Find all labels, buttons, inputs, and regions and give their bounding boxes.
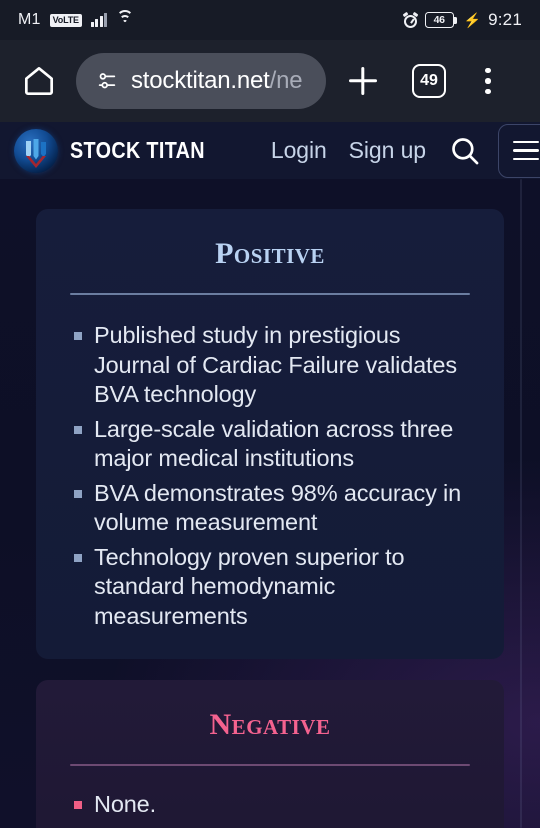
negative-divider bbox=[70, 764, 470, 766]
web-page: STOCK TITAN Login Sign up Positive Publi… bbox=[0, 122, 540, 828]
tune-icon bbox=[96, 70, 118, 92]
signup-link[interactable]: Sign up bbox=[349, 137, 426, 164]
charging-bolt-icon: ⚡ bbox=[463, 12, 482, 28]
signal-bars-icon bbox=[90, 13, 108, 27]
browser-toolbar: stocktitan.net/ne 49 bbox=[0, 40, 540, 122]
volte-badge: VoLTE bbox=[49, 13, 82, 27]
list-item: None. bbox=[74, 790, 478, 820]
negative-card: Negative None. bbox=[36, 680, 504, 828]
positive-bullet-list: Published study in prestigious Journal o… bbox=[36, 321, 504, 631]
home-icon[interactable] bbox=[20, 62, 58, 100]
url-path: /ne bbox=[269, 67, 303, 94]
negative-card-title: Negative bbox=[209, 708, 331, 741]
url-host: stocktitan.net bbox=[131, 67, 270, 94]
negative-bullet-list: None. bbox=[36, 790, 504, 820]
wifi-icon bbox=[116, 10, 134, 27]
tab-counter-button[interactable]: 49 bbox=[412, 64, 446, 98]
stock-titan-logo-icon[interactable] bbox=[14, 128, 58, 173]
positive-card: Positive Published study in prestigious … bbox=[36, 209, 504, 659]
login-link[interactable]: Login bbox=[271, 137, 327, 164]
page-content: Positive Published study in prestigious … bbox=[0, 179, 540, 828]
status-bar-left: M1 VoLTE bbox=[18, 10, 134, 29]
status-bar-right: 46 ⚡ 9:21 bbox=[402, 10, 522, 30]
battery-indicator: 46 bbox=[424, 12, 457, 28]
list-item: Large-scale validation across three majo… bbox=[74, 415, 478, 474]
carrier-label: M1 bbox=[18, 11, 41, 28]
kebab-menu-icon[interactable] bbox=[472, 61, 504, 101]
status-bar: M1 VoLTE 46 ⚡ 9:21 bbox=[0, 0, 540, 40]
hamburger-menu-icon[interactable] bbox=[497, 123, 540, 178]
alarm-clock-icon bbox=[402, 11, 419, 28]
positive-divider bbox=[70, 293, 470, 295]
page-scrollbar[interactable] bbox=[520, 179, 522, 828]
brand-wordmark[interactable]: STOCK TITAN bbox=[70, 137, 205, 164]
list-item: Technology proven superior to standard h… bbox=[74, 543, 478, 632]
clock-label: 9:21 bbox=[488, 10, 522, 29]
positive-card-title: Positive bbox=[215, 237, 325, 270]
new-tab-button[interactable] bbox=[340, 58, 386, 104]
phone-screen: M1 VoLTE 46 ⚡ 9:21 stocktitan.net /ne 49… bbox=[0, 0, 540, 828]
search-icon[interactable] bbox=[448, 134, 482, 168]
list-item: BVA demonstrates 98% accuracy in volume … bbox=[74, 479, 478, 538]
site-header: STOCK TITAN Login Sign up bbox=[0, 122, 540, 179]
url-bar[interactable]: stocktitan.net/ne bbox=[76, 53, 326, 109]
list-item: Published study in prestigious Journal o… bbox=[74, 321, 478, 410]
